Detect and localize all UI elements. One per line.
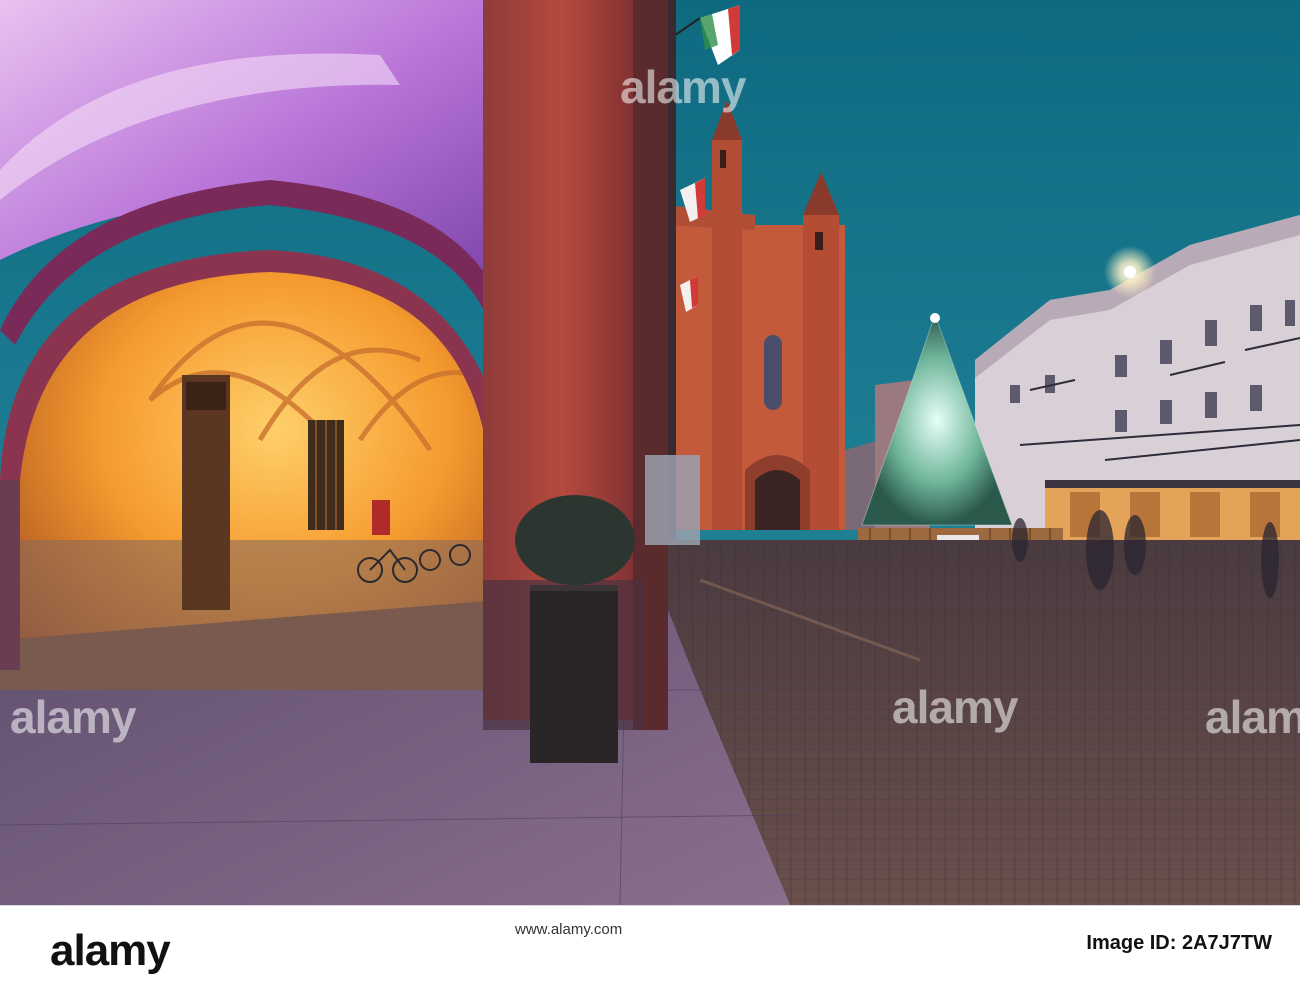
footer-url[interactable]: www.alamy.com bbox=[515, 918, 622, 942]
photo-canvas bbox=[0, 0, 1300, 905]
night-piazza-photo: alamy alamy alamy alamy bbox=[0, 0, 1300, 905]
image-id-label: Image ID: 2A7J7TW bbox=[1086, 932, 1272, 954]
alamy-logo[interactable]: alamy bbox=[50, 926, 171, 976]
planter bbox=[515, 495, 635, 763]
glass-pavilion bbox=[645, 455, 700, 545]
